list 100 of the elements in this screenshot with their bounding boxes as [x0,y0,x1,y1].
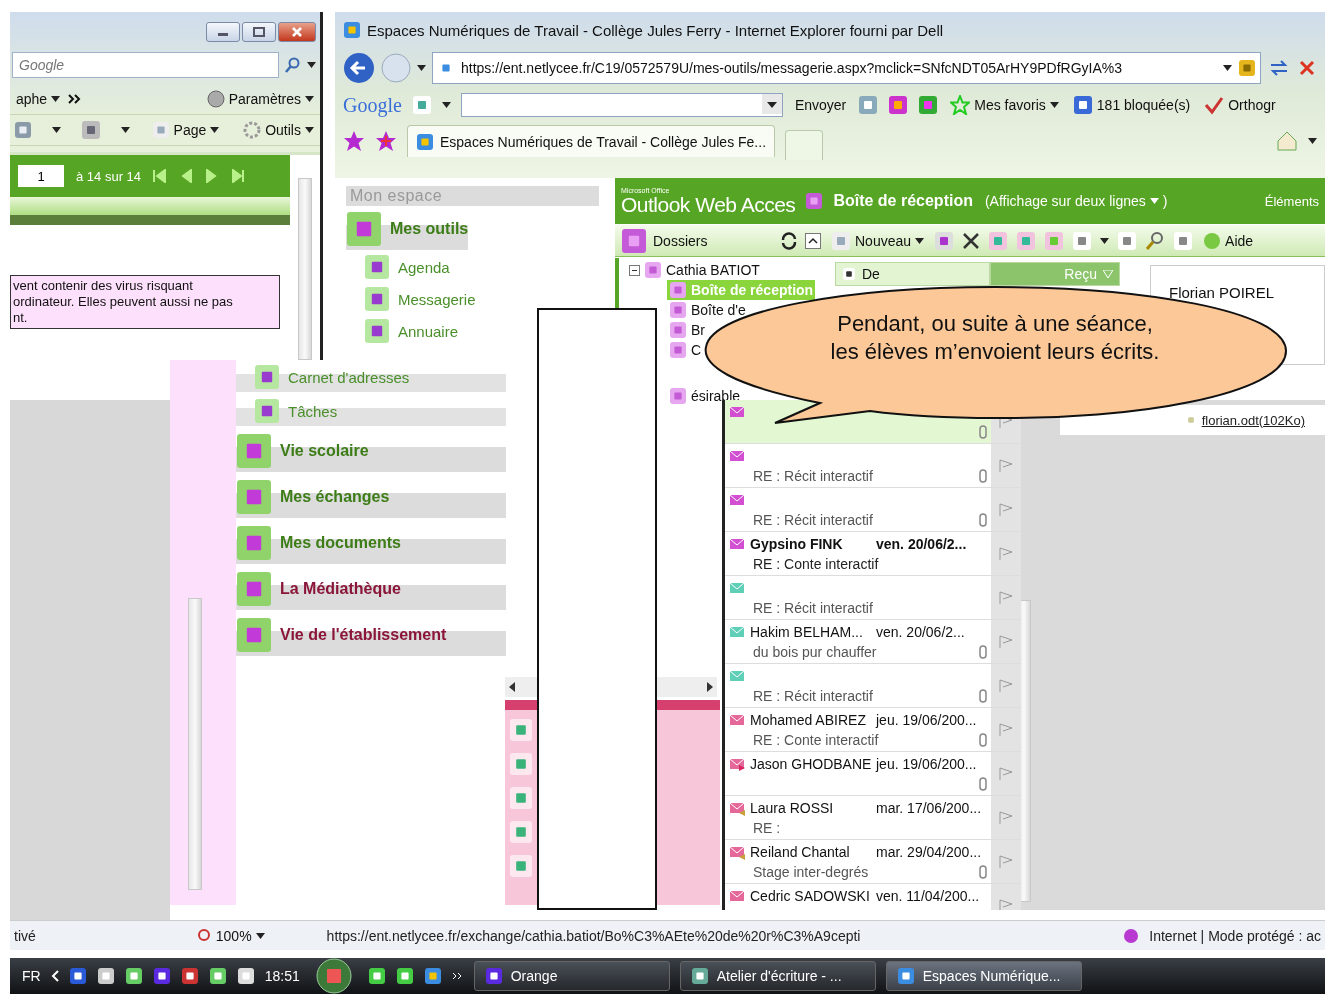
clock[interactable]: 18:51 [264,968,300,984]
send-button[interactable]: Envoyer [792,97,849,113]
taskbar-button[interactable]: Atelier d'écriture - ... [679,961,876,991]
message-row[interactable]: RE : Récit interactif [725,664,1021,708]
toolbar-icon[interactable] [858,95,879,115]
page-number-field[interactable]: 1 [18,165,64,187]
message-row[interactable]: RE : Récit interactif [725,576,1021,620]
caret-icon[interactable] [255,932,265,939]
caret-icon[interactable] [915,237,925,244]
search-field[interactable]: Google [12,52,279,78]
help-button[interactable]: Aide [1201,231,1256,250]
back-icon[interactable] [343,52,375,84]
links-menu[interactable]: aphe [14,91,63,107]
sender-name: Florian POIREL [1169,284,1275,301]
caret-icon[interactable] [210,127,220,133]
browser-tab[interactable]: Espaces Numériques de Travail - Collège Jules Fe... [407,125,776,157]
spelling-button[interactable]: Orthogr [1202,95,1278,115]
settings-menu[interactable]: Paramètres [204,90,316,108]
zoom-menu[interactable]: 100% [195,927,267,944]
minimize-button[interactable] [206,22,240,42]
language-indicator[interactable]: FR [22,968,41,984]
message-subject: RE : Récit interactif [753,687,873,704]
scroll-right-button[interactable] [657,677,717,697]
command-menu[interactable]: Outils [241,121,316,139]
favorites-star-icon[interactable] [343,130,365,152]
caret-icon[interactable] [307,62,316,68]
close-button[interactable] [278,22,316,42]
message-subject: Stage inter-degrés [753,863,869,880]
caret-icon[interactable] [305,96,314,102]
tray-icon[interactable] [68,967,87,985]
search-icon[interactable] [285,57,301,73]
caret-icon[interactable] [1100,237,1110,244]
security-zone: Internet | Mode protégé : ac [1149,927,1321,944]
message-row[interactable]: Jason GHODBANE jeu. 19/06/200... [725,752,1021,796]
collapse-up-icon[interactable] [805,232,821,249]
popup-blocker-button[interactable]: 181 bloquée(s) [1070,95,1193,115]
caret-icon[interactable] [51,127,61,133]
caret-icon [1149,198,1159,204]
tray-icon[interactable] [152,967,171,985]
taskbar-button[interactable]: Espaces Numérique... [885,961,1082,991]
add-favorite-icon[interactable] [375,130,397,152]
message-row[interactable]: RE : Récit interactif [725,444,1021,488]
dropdown-icon[interactable] [761,94,782,114]
gear-icon [243,121,262,139]
chevron-icon[interactable] [451,972,464,980]
caret-icon[interactable] [304,127,314,133]
tray-icon[interactable] [96,967,115,985]
toolbar-icon[interactable] [888,95,909,115]
caret-icon[interactable] [51,96,61,102]
stop-icon[interactable] [1297,58,1317,78]
folder-item[interactable]: Br [667,320,707,340]
caret-icon[interactable] [441,102,451,108]
sender-name: Mohamed ABIREZ [750,711,866,728]
caret-icon[interactable] [1049,102,1059,108]
section-header: Mon espace [346,186,599,206]
taskbar-button[interactable]: Orange [473,961,670,991]
delete-icon[interactable] [962,231,981,250]
caret-icon[interactable] [1308,138,1317,144]
tray-expand-icon[interactable] [50,970,59,982]
message-row[interactable]: Hakim BELHAM... ven. 20/06/2... du bois pur chauffer [725,620,1021,664]
google-logo: Google [343,93,402,117]
caret-icon[interactable] [417,65,426,71]
maximize-button[interactable] [242,22,276,42]
received-date: ven. 11/04/200... [876,887,980,904]
close-icon [291,27,303,37]
nav-link[interactable]: Messagerie [346,284,480,314]
message-row[interactable]: Mohamed ABIREZ jeu. 19/06/200... RE : Conte interactif [725,708,1021,752]
folder-item[interactable]: C [667,340,704,360]
refresh-icon[interactable] [779,230,799,251]
nav-link[interactable]: Agenda [346,252,454,282]
command-menu[interactable]: Page [149,121,222,139]
tray-icon[interactable] [124,967,143,985]
message-row[interactable]: RE : Récit interactif [725,488,1021,532]
folder-item[interactable]: Boîte d'e [667,300,748,320]
message-row[interactable]: Laura ROSSI mar. 17/06/200... RE : [725,796,1021,840]
chevron-icon[interactable] [68,94,83,104]
caret-icon[interactable] [1223,65,1232,71]
collapse-icon[interactable] [629,264,640,276]
sender-name: Laura ROSSI [750,799,834,816]
search-icon[interactable] [1145,230,1166,251]
star-icon [950,95,971,115]
favorites-menu[interactable]: Mes favoris [948,95,1061,115]
caret-icon[interactable] [120,127,130,133]
home-icon[interactable] [1276,130,1298,152]
message-row[interactable]: Gypsino FINK ven. 20/06/2... RE : Conte interactif [725,532,1021,576]
address-field[interactable]: https://ent.netlycee.fr/C19/0572579U/mes-outils/messagerie.aspx?mclick=SNfcNDT05ArHY9PDfRGyIA%3 [432,52,1261,84]
toolbar-icon[interactable] [918,95,939,115]
callout-text: Pendant, ou suite à une séance, les élèves m’envoient leurs écrits. [829,310,1161,366]
column-header[interactable]: De [835,262,990,286]
tray-icon[interactable] [180,967,199,985]
scroll-left-button[interactable] [505,677,537,697]
scrollbar[interactable] [298,178,312,360]
app-icon [254,364,280,390]
check-icon [1204,95,1225,115]
scrollbar[interactable] [188,598,202,890]
google-search-field[interactable] [460,93,783,117]
new-button[interactable]: Nouveau [829,230,927,251]
folder-item[interactable]: Cathia BATIOT [627,260,762,280]
message-row[interactable]: Reiland Chantal mar. 29/04/200... Stage inter-degrés [725,840,1021,884]
nav-link[interactable]: Annuaire [346,316,463,346]
